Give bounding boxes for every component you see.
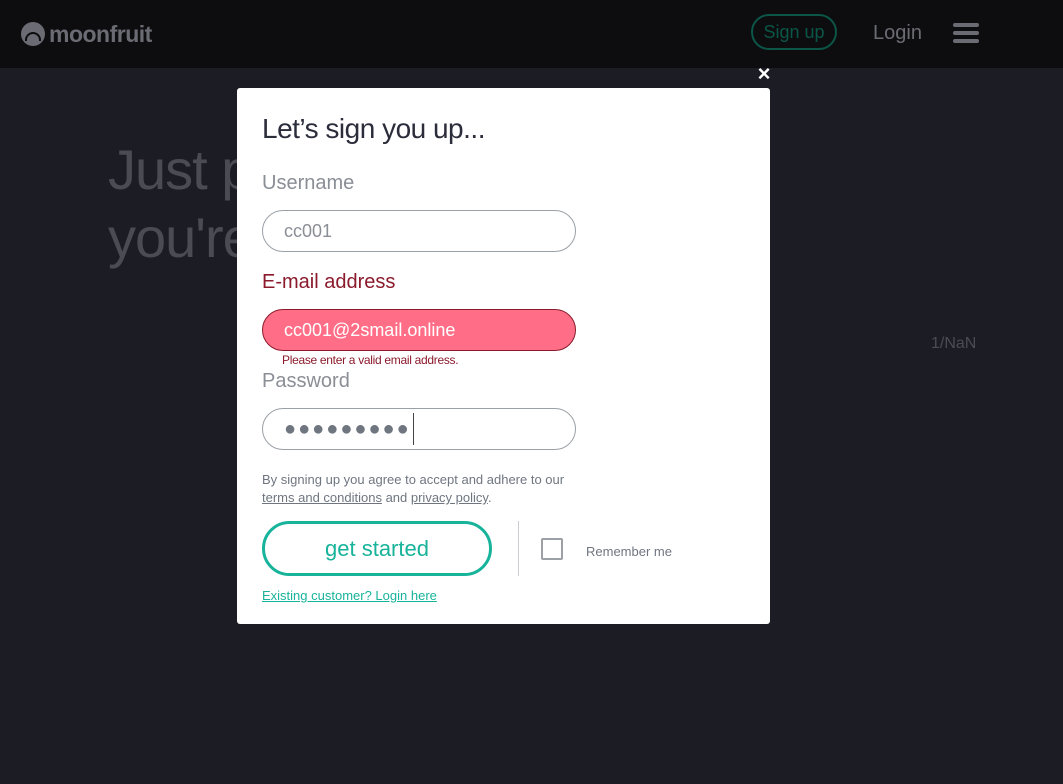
password-input[interactable]: ●●●●●●●●● bbox=[262, 408, 576, 450]
email-error-message: Please enter a valid email address. bbox=[282, 353, 459, 367]
terms-middle: and bbox=[381, 490, 411, 505]
signup-button[interactable]: Sign up bbox=[751, 14, 837, 50]
terms-link[interactable]: terms and conditions bbox=[262, 490, 382, 505]
terms-prefix: By signing up you agree to accept and ad… bbox=[262, 472, 565, 487]
hamburger-menu-icon[interactable] bbox=[953, 23, 979, 43]
email-input[interactable]: cc001@2smail.online bbox=[262, 309, 576, 351]
button-divider bbox=[518, 521, 519, 576]
moonfruit-logo-icon bbox=[21, 22, 45, 46]
top-nav-bar: moonfruit Sign up Login bbox=[0, 0, 1063, 68]
privacy-link[interactable]: privacy policy bbox=[411, 490, 488, 505]
password-mask: ●●●●●●●●● bbox=[284, 417, 411, 440]
text-caret bbox=[412, 413, 414, 445]
signup-modal: Let’s sign you up... Username cc001 E-ma… bbox=[237, 88, 770, 624]
get-started-button[interactable]: get started bbox=[262, 521, 492, 576]
terms-suffix: . bbox=[487, 490, 492, 505]
logo-text: moonfruit bbox=[49, 20, 152, 47]
remember-me-label[interactable]: Remember me bbox=[586, 544, 672, 559]
password-label: Password bbox=[262, 370, 350, 392]
email-label: E-mail address bbox=[262, 271, 396, 293]
username-input[interactable]: cc001 bbox=[262, 210, 576, 252]
login-link[interactable]: Login bbox=[873, 22, 922, 45]
terms-notice: By signing up you agree to accept and ad… bbox=[262, 471, 592, 507]
username-label: Username bbox=[262, 172, 355, 194]
existing-customer-login-link[interactable]: Existing customer? Login here bbox=[262, 588, 437, 603]
remember-me-checkbox[interactable] bbox=[541, 538, 563, 560]
moonfruit-logo[interactable]: moonfruit bbox=[21, 20, 152, 48]
modal-title: Let’s sign you up... bbox=[262, 113, 485, 144]
close-icon[interactable]: × bbox=[755, 63, 773, 85]
slide-pager: 1/NaN bbox=[931, 335, 977, 352]
